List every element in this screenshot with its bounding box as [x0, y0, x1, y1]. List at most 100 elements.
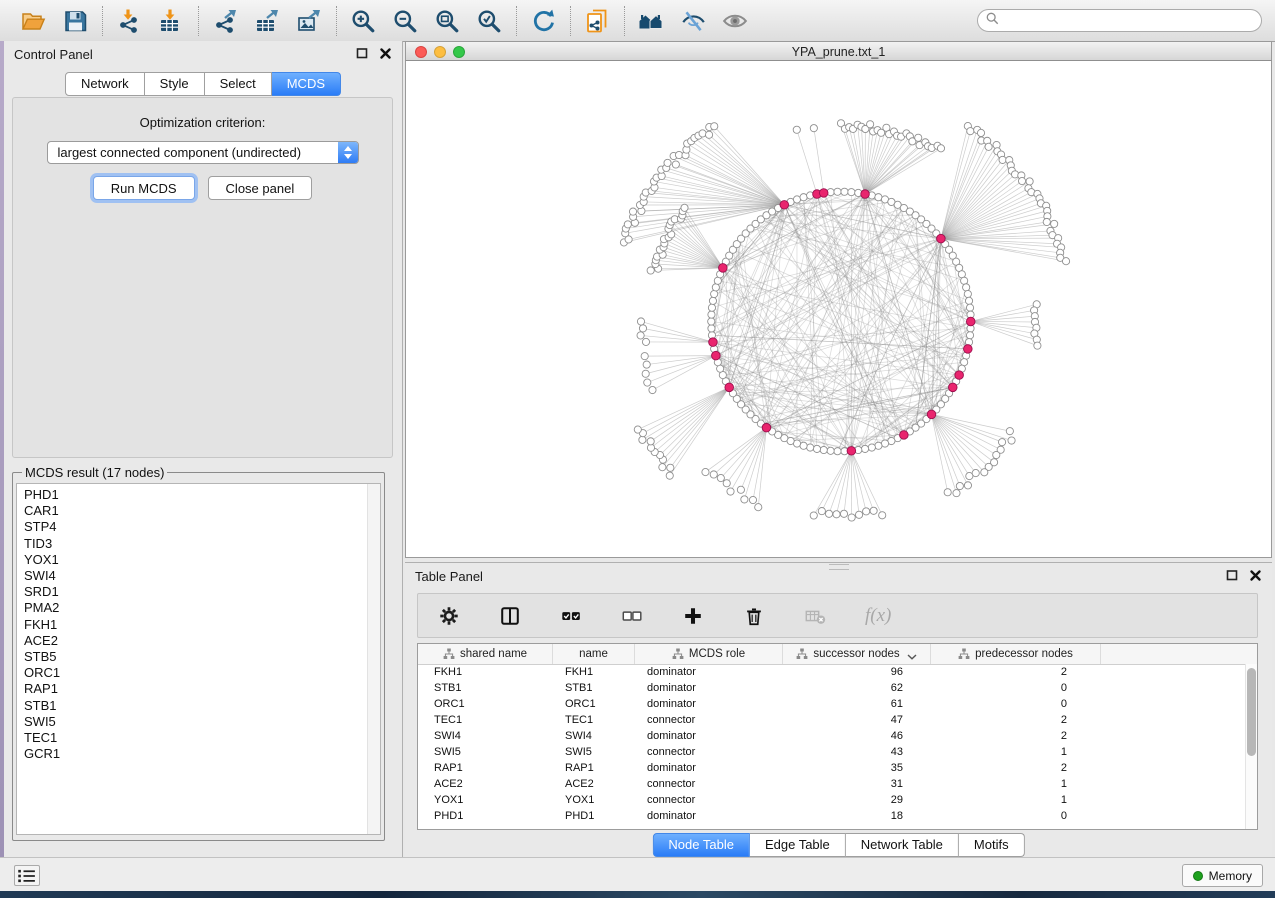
- mcds-result-item[interactable]: YOX1: [24, 552, 368, 568]
- graph-satellite-node[interactable]: [643, 361, 650, 368]
- table-cell[interactable]: STB1: [418, 680, 553, 696]
- graph-satellite-node[interactable]: [1018, 177, 1025, 184]
- graph-satellite-node[interactable]: [629, 208, 636, 215]
- table-cell[interactable]: PHD1: [553, 808, 635, 824]
- table-cell[interactable]: SWI5: [553, 744, 635, 760]
- graph-satellite-node[interactable]: [993, 451, 1000, 458]
- graph-satellite-node[interactable]: [944, 489, 951, 496]
- show-all-icon[interactable]: [720, 5, 752, 37]
- column-header-shared-name[interactable]: shared name: [418, 644, 553, 664]
- graph-satellite-node[interactable]: [956, 482, 963, 489]
- graph-satellite-node[interactable]: [664, 159, 671, 166]
- graph-satellite-node[interactable]: [1006, 428, 1013, 435]
- table-cell[interactable]: 61: [783, 696, 931, 712]
- table-cell[interactable]: 1: [931, 776, 1101, 792]
- tab-node-table[interactable]: Node Table: [652, 833, 750, 857]
- open-file-icon[interactable]: [18, 5, 50, 37]
- graph-ring-node[interactable]: [881, 440, 888, 447]
- table-cell[interactable]: 29: [783, 792, 931, 808]
- deselect-all-icon[interactable]: [621, 604, 645, 628]
- graph-satellite-node[interactable]: [749, 496, 756, 503]
- apply-layout-icon[interactable]: [528, 5, 560, 37]
- tab-motifs[interactable]: Motifs: [959, 833, 1025, 857]
- graph-hub-node[interactable]: [948, 383, 957, 392]
- mcds-result-item[interactable]: RAP1: [24, 681, 368, 697]
- graph-ring-node[interactable]: [966, 304, 973, 311]
- table-cell[interactable]: 0: [931, 808, 1101, 824]
- graph-ring-node[interactable]: [834, 188, 841, 195]
- table-cell[interactable]: 35: [783, 760, 931, 776]
- column-header-predecessor-nodes[interactable]: predecessor nodes: [931, 644, 1101, 664]
- graph-ring-node[interactable]: [793, 196, 800, 203]
- graph-satellite-node[interactable]: [998, 439, 1005, 446]
- graph-satellite-node[interactable]: [810, 512, 817, 519]
- table-cell[interactable]: 96: [783, 664, 931, 680]
- mcds-result-item[interactable]: SWI5: [24, 714, 368, 730]
- graph-satellite-node[interactable]: [666, 472, 673, 479]
- graph-satellite-node[interactable]: [642, 370, 649, 377]
- table-row[interactable]: YOX1YOX1connector291: [418, 792, 1246, 808]
- mcds-result-item[interactable]: PMA2: [24, 600, 368, 616]
- graph-ring-node[interactable]: [834, 448, 841, 455]
- table-cell[interactable]: connector: [635, 776, 783, 792]
- graph-ring-node[interactable]: [964, 290, 971, 297]
- graph-satellite-node[interactable]: [937, 145, 944, 152]
- close-panel-icon[interactable]: [1249, 569, 1262, 582]
- graph-satellite-node[interactable]: [647, 267, 654, 274]
- graph-ring-node[interactable]: [708, 318, 715, 325]
- graph-satellite-node[interactable]: [642, 338, 649, 345]
- graph-ring-node[interactable]: [966, 332, 973, 339]
- mcds-result-item[interactable]: STB5: [24, 649, 368, 665]
- mcds-result-item[interactable]: TID3: [24, 536, 368, 552]
- table-row[interactable]: STB1STB1dominator620: [418, 680, 1246, 696]
- zoom-in-icon[interactable]: [348, 5, 380, 37]
- graph-satellite-node[interactable]: [702, 468, 709, 475]
- table-cell[interactable]: dominator: [635, 808, 783, 824]
- graph-satellite-node[interactable]: [999, 156, 1006, 163]
- close-panel-button[interactable]: Close panel: [208, 176, 313, 200]
- graph-hub-node[interactable]: [725, 383, 734, 392]
- graph-ring-node[interactable]: [820, 446, 827, 453]
- graph-hub-node[interactable]: [966, 317, 975, 326]
- table-cell[interactable]: 47: [783, 712, 931, 728]
- table-cell[interactable]: SWI4: [553, 728, 635, 744]
- table-cell[interactable]: YOX1: [553, 792, 635, 808]
- table-cell[interactable]: ORC1: [553, 696, 635, 712]
- column-header-MCDS-role[interactable]: MCDS role: [635, 644, 783, 664]
- import-table-icon[interactable]: [156, 5, 188, 37]
- graph-hub-node[interactable]: [927, 410, 936, 419]
- mcds-result-item[interactable]: STP4: [24, 519, 368, 535]
- table-cell[interactable]: 31: [783, 776, 931, 792]
- export-network-icon[interactable]: [210, 5, 242, 37]
- graph-satellite-node[interactable]: [818, 507, 825, 514]
- table-cell[interactable]: dominator: [635, 728, 783, 744]
- table-cell[interactable]: 1: [931, 792, 1101, 808]
- select-all-icon[interactable]: [560, 604, 584, 628]
- graph-hub-node[interactable]: [709, 338, 718, 347]
- table-cell[interactable]: PHD1: [418, 808, 553, 824]
- graph-satellite-node[interactable]: [741, 496, 748, 503]
- graph-satellite-node[interactable]: [699, 130, 706, 137]
- column-header-successor-nodes[interactable]: successor nodes: [783, 644, 931, 664]
- graph-satellite-node[interactable]: [705, 131, 712, 138]
- table-cell[interactable]: ACE2: [553, 776, 635, 792]
- graph-satellite-node[interactable]: [659, 464, 666, 471]
- table-cell[interactable]: dominator: [635, 760, 783, 776]
- table-cell[interactable]: 2: [931, 712, 1101, 728]
- graph-satellite-node[interactable]: [953, 490, 960, 497]
- graph-satellite-node[interactable]: [723, 480, 730, 487]
- table-cell[interactable]: dominator: [635, 680, 783, 696]
- show-columns-icon[interactable]: [499, 604, 523, 628]
- graph-satellite-node[interactable]: [867, 121, 874, 128]
- zoom-out-icon[interactable]: [390, 5, 422, 37]
- graph-satellite-node[interactable]: [985, 143, 992, 150]
- graph-ring-node[interactable]: [848, 189, 855, 196]
- table-cell[interactable]: 0: [931, 696, 1101, 712]
- graph-ring-node[interactable]: [807, 444, 814, 451]
- graph-hub-node[interactable]: [900, 431, 909, 440]
- graph-satellite-node[interactable]: [710, 471, 717, 478]
- graph-ring-node[interactable]: [708, 311, 715, 318]
- graph-satellite-node[interactable]: [967, 128, 974, 135]
- table-row[interactable]: FKH1FKH1dominator962: [418, 664, 1246, 680]
- table-scrollbar-thumb[interactable]: [1247, 668, 1256, 756]
